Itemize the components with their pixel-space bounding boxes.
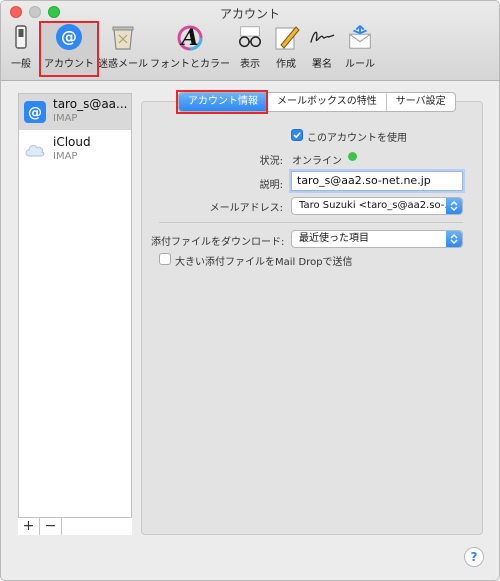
enable-account-label: このアカウントを使用 (307, 133, 407, 144)
account-list: @ taro_s@aa... IMAP iCloud IMAP (18, 93, 132, 535)
tab-mailbox-behaviors[interactable]: メールボックスの特性 (268, 93, 387, 111)
rules-envelope-icon (346, 23, 374, 51)
description-label: 説明: (259, 180, 283, 191)
signature-icon (308, 23, 336, 51)
account-name: taro_s@aa... (53, 97, 128, 111)
toolbar-label: 表示 (240, 59, 260, 70)
account-name: iCloud (53, 135, 91, 149)
toolbar-label: 一般 (11, 59, 31, 70)
trash-bin-icon (109, 23, 137, 51)
highlight-box (39, 21, 99, 77)
toolbar-signatures[interactable]: 署名 (307, 23, 337, 77)
email-address-popup[interactable]: Taro Suzuki <taro_s@aa2.so-... (291, 197, 463, 215)
svg-text:A: A (179, 25, 198, 51)
status-label: 状況: (259, 156, 283, 167)
toolbar-general[interactable]: 一般 (7, 23, 35, 77)
account-type: IMAP (53, 113, 78, 124)
svg-text:@: @ (28, 105, 42, 121)
toolbar-label: 作成 (276, 59, 296, 70)
download-attachments-label: 添付ファイルをダウンロード: (151, 237, 285, 248)
description-field[interactable]: taro_s@aa2.so-net.ne.jp (291, 171, 463, 191)
separator (159, 222, 463, 223)
toolbar-rules[interactable]: ルール (344, 23, 376, 77)
glasses-icon (236, 23, 264, 51)
download-attachments-value: 最近使った項目 (299, 233, 369, 244)
help-button[interactable]: ? (464, 547, 484, 567)
mail-drop-checkbox[interactable] (159, 253, 171, 265)
toolbar-fonts[interactable]: A フォントとカラー (150, 23, 230, 77)
toolbar-viewing[interactable]: 表示 (235, 23, 265, 77)
remove-account-button[interactable]: − (40, 518, 62, 535)
email-address-value: Taro Suzuki <taro_s@aa2.so-... (299, 200, 454, 211)
online-status-icon (348, 152, 357, 161)
highlight-box (176, 90, 268, 114)
account-row-taro[interactable]: @ taro_s@aa... IMAP (19, 94, 131, 130)
account-type: IMAP (53, 151, 78, 162)
mail-drop-label: 大きい添付ファイルをMail Dropで送信 (175, 257, 353, 268)
toolbar-label: 署名 (312, 59, 332, 70)
toolbar-label: ルール (345, 59, 375, 70)
font-color-icon: A (176, 23, 204, 51)
toolbar-label: 迷惑メール (98, 59, 148, 70)
download-attachments-popup[interactable]: 最近使った項目 (291, 230, 463, 248)
window-title: アカウント (219, 7, 280, 21)
at-sign-icon: @ (24, 101, 46, 123)
status-value: オンライン (292, 156, 342, 167)
add-account-button[interactable]: + (18, 518, 40, 535)
preferences-window: アカウント 一般 @ アカウント 迷惑メール A フォントとカラー 表示 作成 … (0, 0, 500, 581)
toolbar-junk[interactable]: 迷惑メール (98, 23, 148, 77)
account-row-icloud[interactable]: iCloud IMAP (19, 132, 131, 168)
toolbar-label: フォントとカラー (150, 59, 230, 70)
cloud-icon (24, 139, 46, 161)
toolbar-composing[interactable]: 作成 (271, 23, 301, 77)
switch-icon (7, 23, 35, 51)
enable-account-checkbox[interactable] (291, 129, 303, 141)
tab-server-settings[interactable]: サーバ設定 (387, 93, 455, 111)
email-address-label: メールアドレス: (209, 203, 283, 214)
chevron-updown-icon (446, 231, 462, 247)
chevron-updown-icon (446, 198, 462, 214)
pencil-paper-icon (272, 23, 300, 51)
account-list-buttons: + − (18, 517, 132, 535)
